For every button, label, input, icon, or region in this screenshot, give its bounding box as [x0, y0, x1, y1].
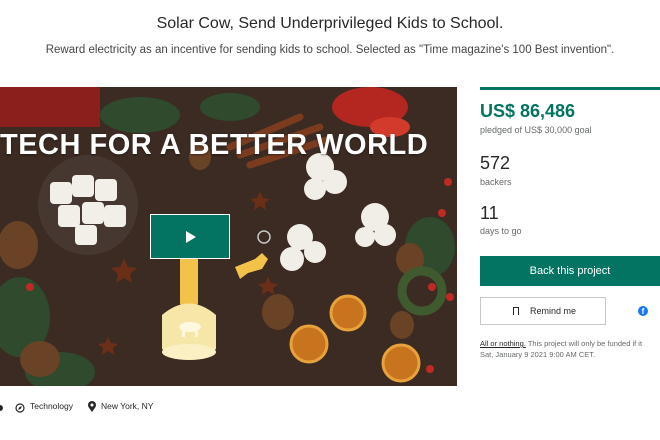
- funding-deadline: Sat, January 9 2021 9:00 AM CET.: [480, 350, 596, 359]
- project-video[interactable]: TECH FOR A BETTER WORLD: [0, 87, 457, 386]
- facebook-icon[interactable]: f: [638, 306, 648, 316]
- play-video-button[interactable]: [150, 214, 230, 259]
- pledged-amount: US$ 86,486: [480, 101, 576, 121]
- pledged-goal-label: pledged of US$ 30,000 goal: [480, 125, 592, 135]
- remind-me-button[interactable]: Remind me: [480, 297, 606, 325]
- location-link[interactable]: New York, NY: [101, 401, 153, 411]
- video-tagline: TECH FOR A BETTER WORLD: [0, 129, 429, 161]
- backers-label: backers: [480, 177, 512, 187]
- all-or-nothing-link[interactable]: All or nothing.: [480, 339, 526, 348]
- backers-count: 572: [480, 153, 511, 173]
- project-we-love-icon: [0, 400, 4, 418]
- days-label: days to go: [480, 226, 522, 236]
- days-count: 11: [480, 203, 499, 223]
- funding-notice-text: This project will only be funded if it: [525, 339, 643, 348]
- bookmark-icon: [513, 307, 519, 315]
- project-subtitle: Reward electricity as an incentive for s…: [45, 44, 615, 56]
- category-link[interactable]: Technology: [30, 401, 73, 411]
- location-pin-icon: [87, 400, 97, 418]
- remind-me-label: Remind me: [530, 306, 577, 316]
- funding-notice: All or nothing. This project will only b…: [480, 338, 660, 360]
- project-title: Solar Cow, Send Underprivileged Kids to …: [156, 15, 504, 32]
- compass-icon: [15, 400, 25, 418]
- funding-progress-fill: [480, 87, 660, 90]
- funding-progress-bar: [480, 87, 660, 90]
- play-icon: [186, 231, 196, 243]
- back-project-button[interactable]: Back this project: [480, 256, 660, 286]
